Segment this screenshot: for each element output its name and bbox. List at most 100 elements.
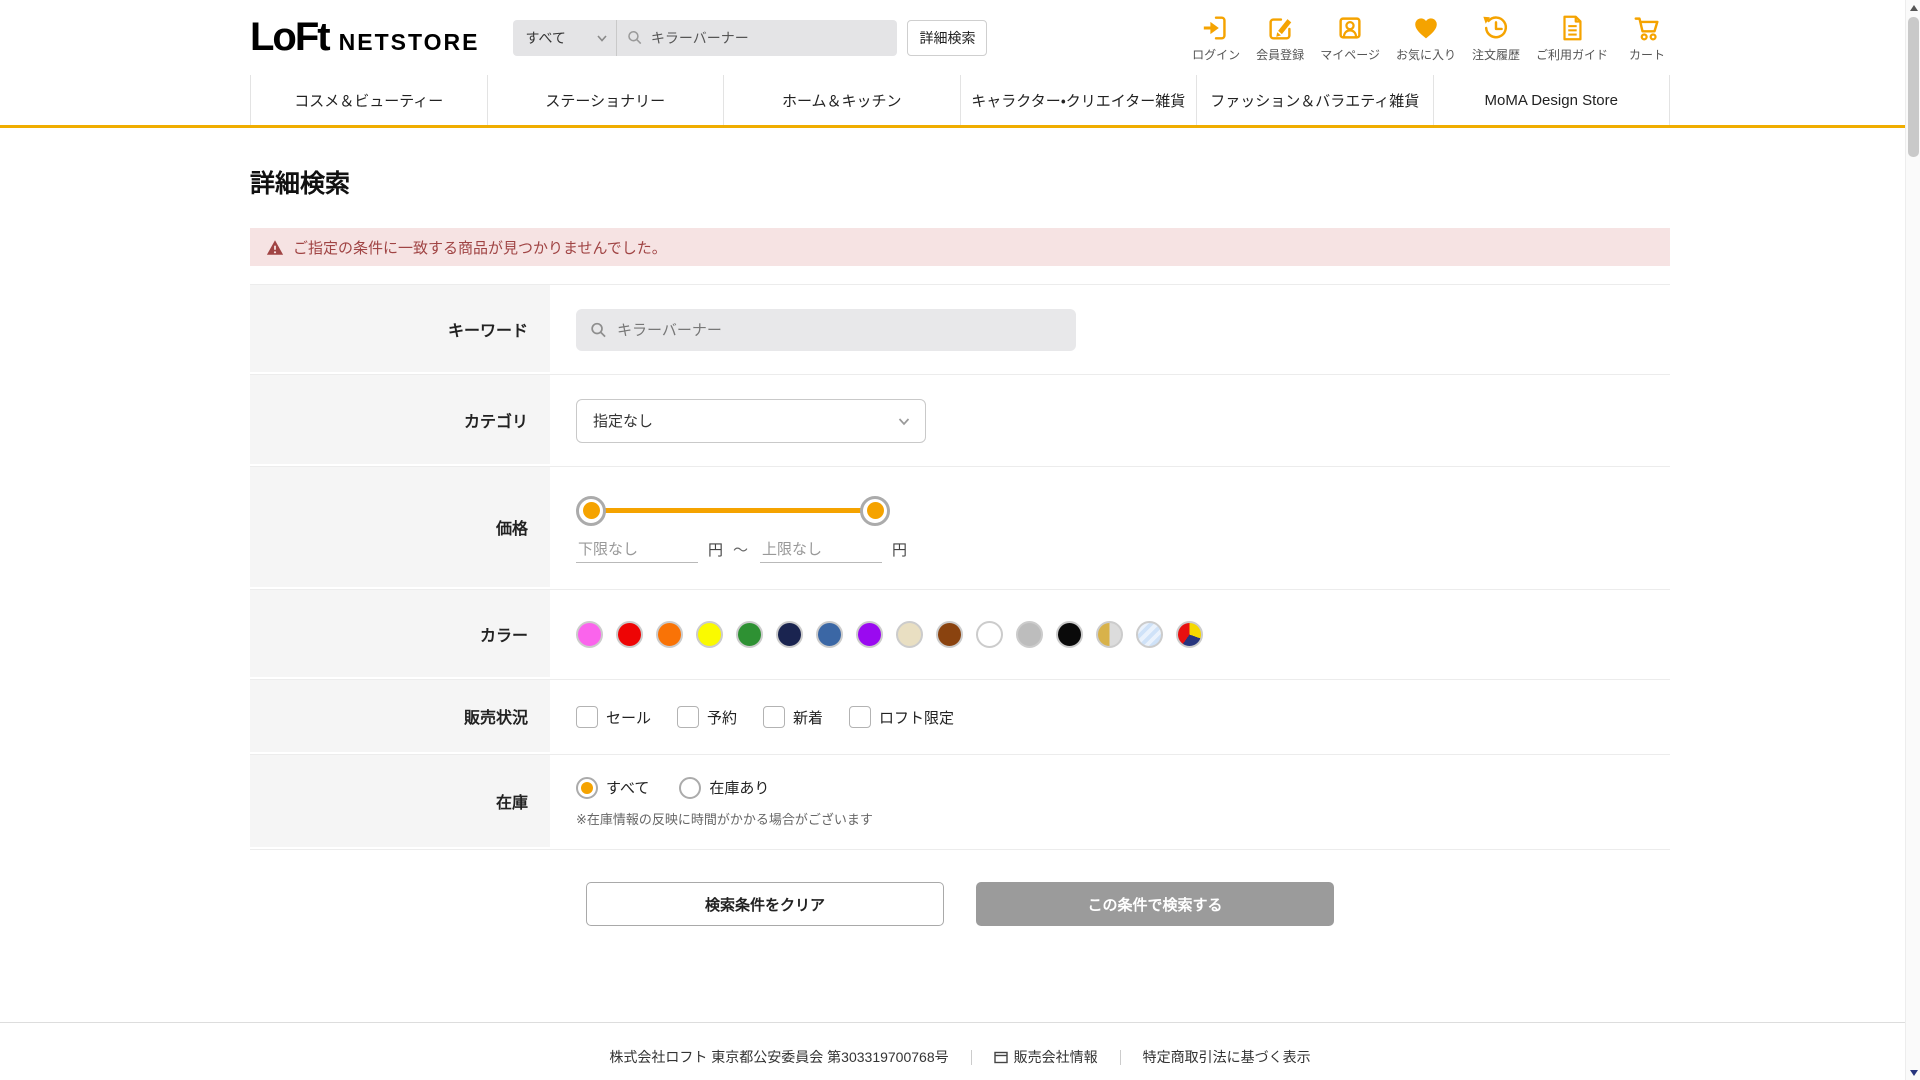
guide-icon	[1563, 15, 1582, 40]
stock-note: ※在庫情報の反映に時間がかかる場合がございます	[576, 811, 873, 827]
site-footer: 株式会社ロフト 東京都公安委員会 第303319700768号 販売会社情報 特…	[0, 1022, 1920, 1067]
price-min-input[interactable]	[576, 536, 698, 563]
nav-item-moma[interactable]: MoMA Design Store	[1432, 75, 1670, 125]
header-search: すべて 詳細検索	[513, 19, 988, 56]
color-swatch-orange[interactable]	[656, 621, 683, 648]
color-swatch-beige[interactable]	[896, 621, 923, 648]
loft-limited-checkbox[interactable]	[849, 706, 872, 728]
clear-conditions-button[interactable]: 検索条件をクリア	[586, 882, 944, 926]
login-label: ログイン	[1192, 47, 1241, 62]
color-swatch-black[interactable]	[1056, 621, 1083, 648]
price-slider-handle-min[interactable]	[576, 495, 606, 526]
stock-all-radio[interactable]	[576, 776, 598, 799]
mypage-link[interactable]: マイページ	[1320, 13, 1380, 63]
advanced-search-button[interactable]: 詳細検索	[907, 19, 988, 56]
header-search-field	[617, 29, 897, 46]
color-swatch-purple[interactable]	[856, 621, 883, 648]
status-option-sale[interactable]: セール	[576, 706, 651, 728]
color-swatch-blue[interactable]	[816, 621, 843, 648]
login-link[interactable]: ログイン	[1192, 13, 1240, 63]
stock-option-all[interactable]: すべて	[576, 776, 650, 799]
color-swatch-green[interactable]	[736, 621, 763, 648]
site-header: LoFt NETSTORE すべて 詳細検索	[0, 0, 1920, 128]
advanced-search-form: キーワード カテゴリ 指定なし	[250, 284, 1670, 850]
page: LoFt NETSTORE すべて 詳細検索	[0, 0, 1920, 1080]
loft-limited-label: ロフト限定	[879, 709, 955, 727]
footer-link-tokutei[interactable]: 特定商取引法に基づく表示	[1121, 1047, 1333, 1067]
scrollbar-down-arrow[interactable]	[1906, 1065, 1920, 1080]
color-row: カラー	[250, 590, 1670, 680]
search-category-value: すべて	[525, 29, 566, 46]
footer-company-text: 株式会社ロフト 東京都公安委員会 第303319700768号	[609, 1049, 949, 1065]
color-swatch-gray[interactable]	[1016, 621, 1043, 648]
favorites-label: お気に入り	[1395, 47, 1456, 62]
nav-item-home-kitchen[interactable]: ホーム＆キッチン	[723, 75, 960, 125]
cart-link[interactable]: カート	[1624, 13, 1670, 63]
nav-item-fashion[interactable]: ファッション＆バラエティ雑貨	[1196, 75, 1433, 125]
register-link[interactable]: 会員登録	[1256, 13, 1304, 63]
header-search-input[interactable]	[650, 29, 888, 46]
keyword-field	[576, 308, 1076, 351]
search-icon	[628, 30, 642, 45]
search-with-conditions-button[interactable]: この条件で検索する	[976, 882, 1334, 926]
color-label: カラー	[250, 590, 550, 679]
yen-unit-min: 円	[708, 542, 724, 559]
chevron-down-icon	[898, 417, 910, 425]
price-label: 価格	[250, 467, 550, 589]
stock-options: すべて 在庫あり	[576, 776, 769, 799]
status-label: 販売状況	[250, 680, 550, 754]
loft-logo[interactable]: LoFt NETSTORE	[250, 15, 479, 60]
reservation-checkbox[interactable]	[677, 706, 700, 728]
status-option-new[interactable]: 新着	[763, 706, 823, 728]
page-title: 詳細検索	[250, 170, 351, 198]
reservation-label: 予約	[707, 709, 738, 727]
favorites-link[interactable]: お気に入り	[1396, 13, 1456, 63]
status-option-loft-limited[interactable]: ロフト限定	[849, 706, 954, 728]
color-swatch-yellow[interactable]	[696, 621, 723, 648]
color-swatch-navy[interactable]	[776, 621, 803, 648]
price-inputs: 円 ～ 円	[576, 536, 917, 563]
stock-all-label: すべて	[606, 780, 650, 797]
color-swatch-pink[interactable]	[576, 621, 603, 648]
search-icon	[591, 322, 606, 337]
guide-link[interactable]: ご利用ガイド	[1536, 13, 1608, 63]
guide-label: ご利用ガイド	[1535, 47, 1608, 62]
color-swatch-multicolor[interactable]	[1176, 621, 1203, 648]
register-icon	[1269, 17, 1292, 40]
sale-checkbox[interactable]	[576, 706, 598, 728]
scrollbar[interactable]	[1905, 0, 1920, 1080]
color-swatch-white[interactable]	[976, 621, 1003, 648]
login-icon	[1203, 15, 1226, 40]
price-max-input[interactable]	[760, 536, 883, 563]
sale-label: セール	[606, 709, 652, 727]
footer-tokutei-label: 特定商取引法に基づく表示	[1142, 1049, 1311, 1065]
global-nav: コスメ＆ビューティー ステーショナリー ホーム＆キッチン キャラクター・クリエイ…	[250, 75, 1670, 125]
keyword-label: キーワード	[250, 285, 550, 374]
search-category-select[interactable]: すべて	[513, 19, 618, 56]
status-option-reservation[interactable]: 予約	[677, 706, 737, 728]
stock-row: 在庫 すべて 在庫あり ※在庫情報の反映に時間がかかる場合がございます	[250, 755, 1670, 850]
price-range-slider[interactable]	[576, 494, 890, 528]
stock-label: 在庫	[250, 755, 550, 849]
stock-option-in-stock[interactable]: 在庫あり	[679, 776, 769, 799]
color-swatch-red[interactable]	[616, 621, 643, 648]
price-slider-track	[590, 508, 876, 513]
footer-link-company-info[interactable]: 販売会社情報	[972, 1047, 1120, 1067]
category-select[interactable]: 指定なし	[576, 398, 926, 443]
stock-in-stock-radio[interactable]	[679, 776, 702, 799]
cart-icon	[1634, 16, 1659, 40]
price-slider-handle-max[interactable]	[860, 495, 890, 526]
scrollbar-thumb[interactable]	[1908, 17, 1919, 157]
color-swatch-brown[interactable]	[936, 621, 963, 648]
nav-item-character[interactable]: キャラクター・クリエイター雑貨	[959, 75, 1197, 125]
color-swatch-gold-silver[interactable]	[1096, 621, 1123, 648]
scrollbar-up-arrow[interactable]	[1906, 0, 1920, 15]
order-history-link[interactable]: 注文履歴	[1472, 13, 1520, 63]
nav-item-cosme[interactable]: コスメ＆ビューティー	[250, 75, 487, 125]
mypage-icon	[1339, 16, 1361, 39]
keyword-input[interactable]	[616, 321, 1062, 338]
nav-item-stationery[interactable]: ステーショナリー	[486, 75, 724, 125]
color-swatch-clear[interactable]	[1136, 621, 1163, 648]
new-checkbox[interactable]	[763, 706, 786, 728]
category-select-value: 指定なし	[593, 413, 654, 430]
